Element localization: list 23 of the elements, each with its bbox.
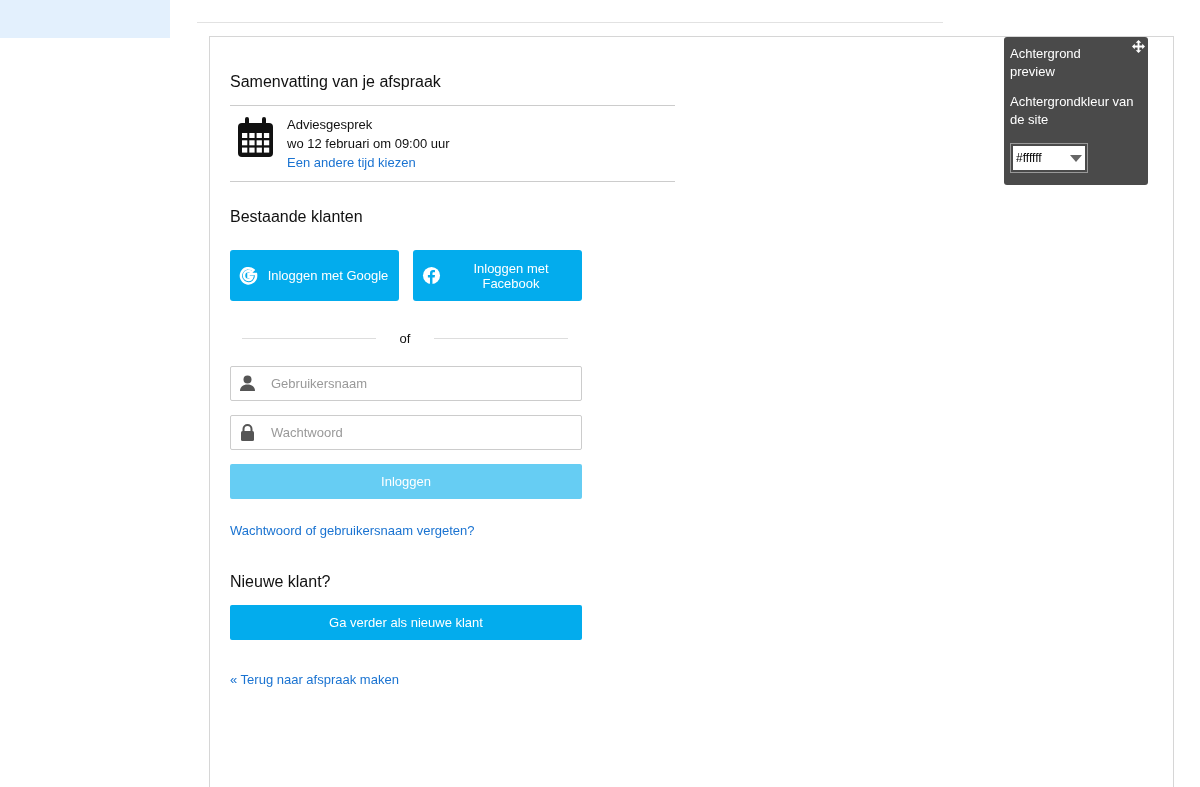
- facebook-login-button[interactable]: Inloggen met Facebook: [413, 250, 582, 301]
- new-customer-button[interactable]: Ga verder als nieuwe klant: [230, 605, 582, 640]
- forgot-password-link[interactable]: Wachtwoord of gebruikersnaam vergeten?: [230, 523, 475, 538]
- facebook-icon: [422, 266, 441, 285]
- color-label: Achtergrondkleur van de site: [1010, 93, 1135, 129]
- password-field[interactable]: Wachtwoord: [230, 415, 582, 450]
- service-name: Adviesgesprek: [287, 117, 374, 132]
- separator-text: of: [399, 331, 411, 346]
- back-link[interactable]: « Terug naar afspraak maken: [230, 672, 399, 687]
- change-time-link[interactable]: Een andere tijd kiezen: [287, 155, 450, 170]
- color-select[interactable]: #ffffff: [1013, 146, 1085, 170]
- lock-icon: [240, 424, 255, 441]
- google-icon: [239, 266, 258, 285]
- google-login-button[interactable]: Inloggen met Google: [230, 250, 399, 301]
- section-heading: Bestaande klanten: [230, 208, 364, 226]
- move-icon[interactable]: [1132, 40, 1145, 53]
- section-heading: Nieuwe klant?: [230, 573, 332, 591]
- username-field[interactable]: Gebruikersnaam: [230, 366, 582, 401]
- appointment-time: wo 12 februari om 09:00 uur: [287, 136, 450, 151]
- user-icon: [240, 375, 255, 391]
- panel-title: Achtergrond preview: [1010, 45, 1082, 81]
- calendar-icon: [238, 117, 273, 157]
- caret-icon: [1070, 154, 1082, 162]
